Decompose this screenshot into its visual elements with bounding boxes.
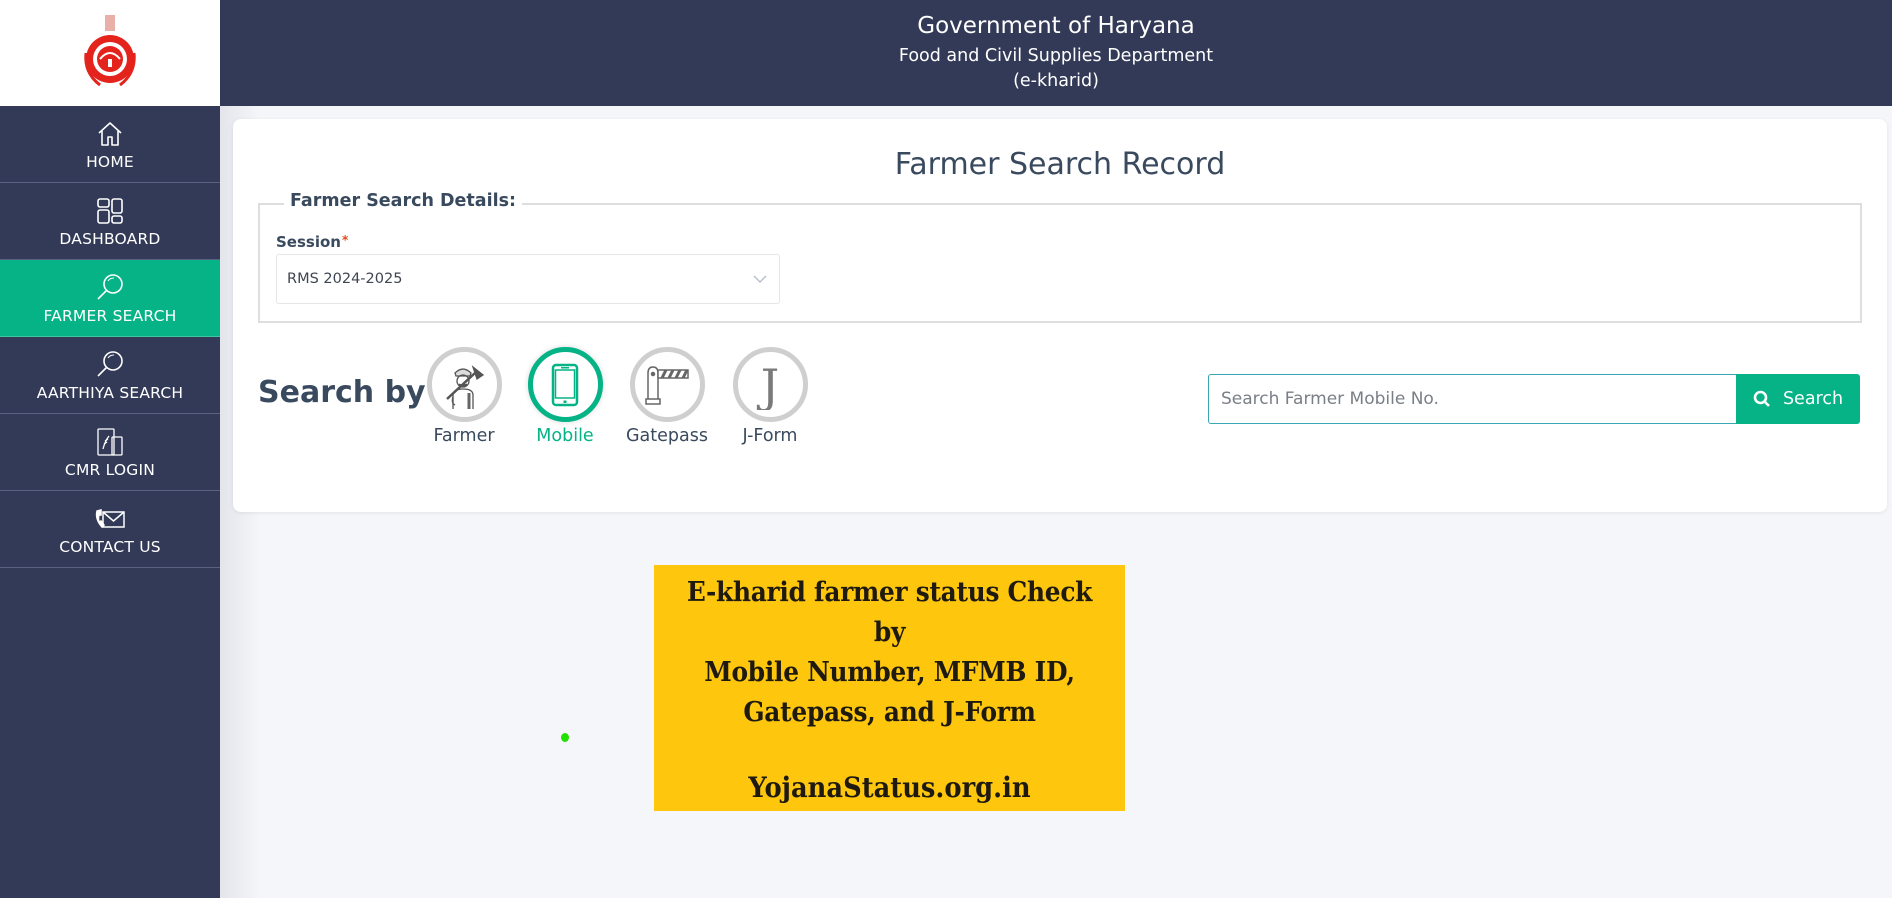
search-option-circle[interactable] — [629, 347, 705, 422]
header-tagline: (e-kharid) — [1013, 71, 1099, 91]
search-option-circle[interactable] — [426, 347, 502, 422]
banner-line: Gatepass, and J-Form — [743, 697, 1036, 728]
gatepass-icon — [645, 365, 689, 405]
contact-icon — [94, 503, 126, 535]
logo-area — [0, 0, 220, 106]
search-option-label: J-Form — [742, 426, 798, 446]
session-label: Session* — [276, 233, 348, 251]
search-option-label: Farmer — [433, 426, 495, 446]
banner-website: YojanaStatus.org.in — [748, 771, 1031, 804]
sidebar-item-label: AARTHIYA SEARCH — [36, 383, 184, 402]
svg-text:J: J — [757, 360, 779, 410]
search-by-label: Search by — [258, 375, 426, 410]
required-marker: * — [341, 233, 349, 247]
search-farmer-mobile-input[interactable] — [1208, 374, 1736, 424]
jform-icon: J — [757, 360, 779, 410]
search-option-jform[interactable]: J J-Form — [720, 347, 820, 446]
banner-line: E-kharid farmer status Check by — [686, 577, 1093, 648]
mobile-icon — [551, 363, 579, 406]
sidebar-item-home[interactable]: HOME — [0, 106, 220, 183]
sidebar-item-farmer-search[interactable]: FARMER SEARCH — [0, 260, 220, 337]
cmr-login-icon — [94, 426, 126, 458]
banner-headline: E-kharid farmer status Check by Mobile N… — [673, 565, 1106, 733]
fieldset-legend: Farmer Search Details: — [284, 191, 523, 211]
header-title: Government of Haryana — [917, 13, 1195, 39]
top-header: Government of Haryana Food and Civil Sup… — [220, 0, 1892, 106]
sidebar-item-label: CMR LOGIN — [64, 460, 156, 479]
search-button-label: Search — [1782, 389, 1844, 409]
search-button[interactable]: Search — [1736, 374, 1860, 424]
sidebar-item-label: FARMER SEARCH — [43, 306, 177, 325]
search-option-label: Mobile — [536, 426, 594, 446]
search-option-circle[interactable] — [527, 347, 603, 422]
search-option-farmer[interactable]: Farmer — [414, 347, 514, 446]
dashboard-icon — [94, 195, 126, 227]
search-icon — [1753, 390, 1770, 407]
session-label-text: Session — [276, 233, 341, 251]
home-icon — [94, 118, 126, 150]
search-option-circle[interactable]: J — [732, 347, 808, 422]
sidebar-item-label: DASHBOARD — [59, 229, 161, 248]
sidebar-item-aarthiya-search[interactable]: AARTHIYA SEARCH — [0, 337, 220, 414]
search-icon — [94, 349, 126, 381]
search-option-label: Gatepass — [626, 426, 708, 446]
farmer-icon — [446, 365, 485, 409]
search-icon — [94, 272, 126, 304]
status-dot — [561, 733, 569, 742]
search-option-gatepass[interactable]: Gatepass — [617, 347, 717, 446]
haryana-emblem-icon[interactable] — [80, 13, 140, 93]
promo-banner: E-kharid farmer status Check by Mobile N… — [654, 565, 1125, 811]
page-title: Farmer Search Record — [894, 147, 1226, 182]
header-subtitle: Food and Civil Supplies Department — [898, 46, 1214, 66]
search-option-mobile[interactable]: Mobile — [515, 347, 615, 446]
sidebar-item-label: HOME — [86, 152, 134, 171]
sidebar: HOME DASHBOARD FARMER SEARCH AARTHIYA SE… — [0, 106, 220, 898]
farmer-search-card: Farmer Search Record Farmer Search Detai… — [233, 119, 1887, 512]
sidebar-item-dashboard[interactable]: DASHBOARD — [0, 183, 220, 260]
sidebar-item-cmr-login[interactable]: CMR LOGIN — [0, 414, 220, 491]
session-select[interactable]: RMS 2024-2025 — [276, 254, 780, 304]
banner-line: Mobile Number, MFMB ID, — [704, 657, 1075, 688]
session-select-value: RMS 2024-2025 — [287, 271, 403, 287]
farmer-search-details-fieldset: Farmer Search Details: Session* RMS 2024… — [258, 191, 1862, 323]
chevron-down-icon — [753, 275, 767, 283]
sidebar-item-contact-us[interactable]: CONTACT US — [0, 491, 220, 568]
sidebar-item-label: CONTACT US — [59, 537, 161, 556]
